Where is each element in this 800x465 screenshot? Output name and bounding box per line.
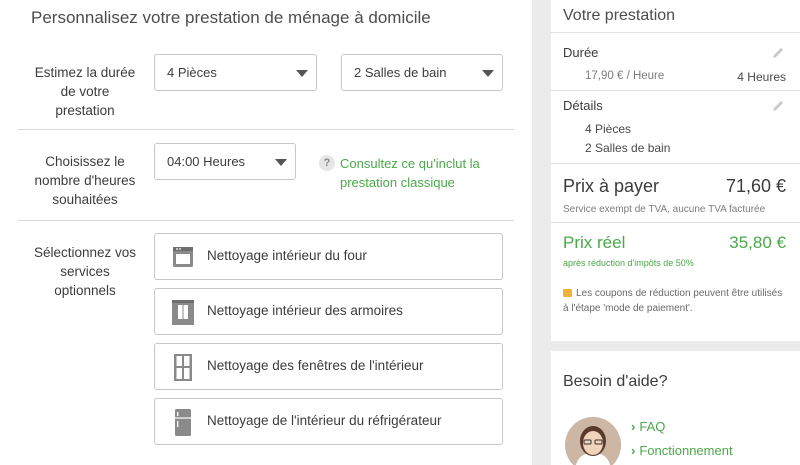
bathrooms-select[interactable]: 2 Salles de bain [341, 54, 503, 91]
price-value: 71,60 € [725, 176, 786, 196]
how-it-works-link-label: Fonctionnement [639, 443, 733, 458]
details-heading: Détails [563, 98, 603, 113]
option-fridge-cleaning[interactable]: Nettoyage de l'intérieur du réfrigérateu… [154, 398, 503, 445]
bathrooms-select-value: 2 Salles de bain [354, 65, 447, 80]
fridge-icon [175, 409, 191, 436]
summary-card: Votre prestation Durée 17,90 € / Heure 4… [551, 0, 800, 341]
rooms-select-value: 4 Pièces [167, 65, 217, 80]
hours-label: Choisissez le nombre d'heures souhaitées [34, 154, 136, 207]
hourly-rate: 17,90 € / Heure [585, 70, 665, 82]
vat-note: Service exempt de TVA, aucune TVA factur… [563, 204, 766, 215]
rooms-select[interactable]: 4 Pièces [154, 54, 317, 91]
prestation-info-link[interactable]: Consultez ce qu'inclut la prestation cla… [340, 154, 510, 192]
options-label: Sélectionnez vos services optionnels [33, 245, 137, 298]
faq-link-label: FAQ [639, 419, 666, 434]
detail-item: 4 Pièces [585, 122, 632, 136]
coupon-note: Les coupons de réduction peuvent être ut… [563, 286, 788, 316]
duration-heading: Durée [563, 45, 599, 60]
option-label: Nettoyage intérieur du four [207, 248, 367, 263]
chevron-down-icon [482, 70, 494, 77]
divider [551, 222, 800, 223]
real-price-label: Prix réel [563, 233, 626, 252]
option-label: Nettoyage intérieur des armoires [207, 303, 403, 318]
option-label: Nettoyage des fenêtres de l'intérieur [207, 358, 424, 373]
hours-select-value: 04:00 Heures [167, 154, 246, 169]
main-panel: Personnalisez votre prestation de ménage… [0, 0, 532, 465]
pencil-icon[interactable] [771, 99, 785, 113]
divider [18, 129, 514, 130]
real-price-value: 35,80 € [729, 233, 786, 252]
option-window-cleaning[interactable]: Nettoyage des fenêtres de l'intérieur [154, 343, 503, 390]
tax-reduction-note: après réduction d'impôts de 50% [563, 258, 694, 268]
faq-link[interactable]: › FAQ [631, 419, 665, 434]
page-title: Personnalisez votre prestation de ménage… [31, 8, 431, 27]
option-label: Nettoyage de l'intérieur du réfrigérateu… [207, 413, 442, 428]
option-wardrobe-cleaning[interactable]: Nettoyage intérieur des armoires [154, 288, 503, 335]
chevron-down-icon [275, 159, 287, 166]
divider [551, 32, 800, 33]
summary-title: Votre prestation [563, 7, 676, 24]
detail-item: 2 Salles de bain [585, 141, 671, 155]
window-icon [174, 354, 192, 381]
chevron-down-icon [296, 70, 308, 77]
price-label: Prix à payer [563, 176, 660, 196]
help-card: Besoin d'aide? › FAQ › Fonctionnement [551, 351, 800, 465]
question-icon[interactable]: ? [319, 155, 335, 171]
oven-icon [173, 247, 193, 267]
hours-count: 4 Heures [737, 70, 786, 84]
wardrobe-icon [172, 300, 194, 325]
avatar [565, 417, 621, 465]
divider [551, 90, 800, 91]
duration-label: Estimez la durée de votre prestation [34, 65, 136, 118]
divider [18, 220, 514, 221]
coupon-text: Les coupons de réduction peuvent être ut… [563, 288, 783, 314]
help-title: Besoin d'aide? [563, 373, 668, 390]
coupon-icon [563, 289, 572, 297]
hours-select[interactable]: 04:00 Heures [154, 143, 296, 180]
chevron-right-icon: › [631, 443, 636, 458]
chevron-right-icon: › [631, 419, 636, 434]
how-it-works-link[interactable]: › Fonctionnement [631, 443, 733, 458]
divider [551, 163, 800, 164]
pencil-icon[interactable] [771, 46, 785, 60]
option-oven-cleaning[interactable]: Nettoyage intérieur du four [154, 233, 503, 280]
support-agent-avatar [565, 417, 621, 465]
